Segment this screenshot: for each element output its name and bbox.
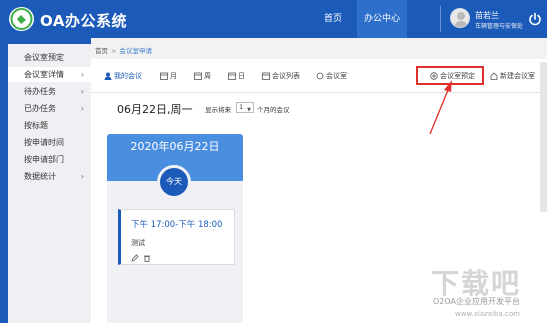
date-row: 06月22日,周一 显示将来 1 ▼ 个月的会议 <box>91 93 547 121</box>
top-bar: OA办公系统 首页 办公中心 苗若兰 车辆管理与安保处 <box>0 0 547 38</box>
sidebar-item-by-department[interactable]: 按申请部门 <box>8 152 91 167</box>
today-badge[interactable]: 今天 <box>157 165 191 199</box>
sidebar-item-label: 按标题 <box>24 121 48 130</box>
current-date-title: 06月22日,周一 <box>117 103 193 116</box>
home-icon <box>490 72 498 80</box>
sidebar-item-label: 已办任务 <box>24 104 56 113</box>
sidebar-item-label: 会议室预定 <box>24 53 64 62</box>
chevron-right-icon: › <box>80 104 84 113</box>
nav-home[interactable]: 首页 <box>313 0 353 38</box>
new-room-button[interactable]: 新建会议室 <box>490 70 535 82</box>
calendar-icon <box>194 72 202 80</box>
tab-my-meetings[interactable]: 我的会议 <box>104 70 142 82</box>
tab-label: 会议室 <box>326 72 347 80</box>
chevron-right-icon: › <box>80 87 84 96</box>
tab-label: 我的会议 <box>114 72 142 80</box>
sidebar-item-label: 按申请时间 <box>24 138 64 147</box>
sidebar-item-label: 按申请部门 <box>24 155 64 164</box>
meeting-time: 下午 17:00-下午 18:00 <box>131 220 223 230</box>
tab-label: 日 <box>238 72 245 80</box>
sidebar-item-by-time[interactable]: 按申请时间 <box>8 135 91 150</box>
sidebar-item-room-booking[interactable]: 会议室预定 <box>8 50 91 65</box>
sidebar-item-by-title[interactable]: 按标题 <box>8 118 91 133</box>
calendar-icon <box>228 72 236 80</box>
sidebar-item-pending-tasks[interactable]: 待办任务 › <box>8 84 91 99</box>
meeting-card[interactable]: 下午 17:00-下午 18:00 测试 <box>118 209 235 265</box>
watermark-url: www.xiazaiba.com <box>455 310 520 318</box>
app-logo-icon <box>9 7 34 31</box>
circle-icon <box>316 72 324 80</box>
months-select-value: 1 <box>239 103 244 111</box>
show-future-label: 显示将来 <box>205 106 231 114</box>
sidebar-item-statistics[interactable]: 数据统计 › <box>8 169 91 184</box>
tab-week[interactable]: 周 <box>194 70 211 82</box>
months-select[interactable]: 1 ▼ <box>236 102 254 113</box>
avatar[interactable] <box>450 8 470 28</box>
watermark-caption: O2OA企业应用开发平台 <box>433 297 521 306</box>
show-future-suffix: 个月的会议 <box>257 106 290 114</box>
calendar-icon <box>160 72 168 80</box>
scrollbar[interactable] <box>540 62 547 212</box>
sidebar: 会议室预定 会议室详情 › 待办任务 › 已办任务 › 按标题 按申请时间 按申… <box>0 38 91 323</box>
watermark: 下载吧 O2OA企业应用开发平台 www.xiazaiba.com <box>425 262 547 323</box>
sidebar-item-done-tasks[interactable]: 已办任务 › <box>8 101 91 116</box>
tab-meeting-list[interactable]: 会议列表 <box>262 70 300 82</box>
highlight-box <box>416 66 484 85</box>
user-department: 车辆管理与安保处 <box>475 23 524 30</box>
breadcrumb-home[interactable]: 首页 <box>95 47 108 55</box>
sidebar-menu: 会议室预定 会议室详情 › 待办任务 › 已办任务 › 按标题 按申请时间 按申… <box>8 44 91 323</box>
divider <box>440 6 441 32</box>
meeting-title: 测试 <box>131 239 145 247</box>
tab-label: 月 <box>170 72 177 80</box>
breadcrumb-separator: > <box>111 47 117 55</box>
chevron-right-icon: › <box>80 172 84 181</box>
sidebar-item-room-details[interactable]: 会议室详情 › <box>8 67 91 82</box>
nav-office-center[interactable]: 办公中心 <box>357 0 407 38</box>
sidebar-item-label: 会议室详情 <box>24 70 64 79</box>
user-name: 苗若兰 <box>475 11 499 20</box>
calendar-icon <box>262 72 270 80</box>
user-icon <box>104 72 112 80</box>
chevron-right-icon: › <box>80 70 84 79</box>
tab-meeting-room[interactable]: 会议室 <box>316 70 347 82</box>
day-column: 2020年06月22日 今天 下午 17:00-下午 18:00 测试 <box>107 134 243 323</box>
breadcrumb: 首页 > 会议室申请 <box>91 44 547 58</box>
app-title: OA办公系统 <box>40 12 127 30</box>
tab-label: 周 <box>204 72 211 80</box>
edit-icon[interactable] <box>131 254 139 262</box>
breadcrumb-current: 会议室申请 <box>119 47 152 55</box>
caret-down-icon: ▼ <box>247 107 251 113</box>
sidebar-item-label: 数据统计 <box>24 172 56 181</box>
tab-day[interactable]: 日 <box>228 70 245 82</box>
trash-icon[interactable] <box>143 254 151 262</box>
sidebar-item-label: 待办任务 <box>24 87 56 96</box>
power-icon[interactable] <box>528 12 542 26</box>
tab-label: 会议列表 <box>272 72 300 80</box>
button-label: 新建会议室 <box>500 72 535 80</box>
tab-month[interactable]: 月 <box>160 70 177 82</box>
view-toolbar: 我的会议 月 周 日 会议列表 会议室 会议室预定 新建会议室 <box>91 59 547 93</box>
